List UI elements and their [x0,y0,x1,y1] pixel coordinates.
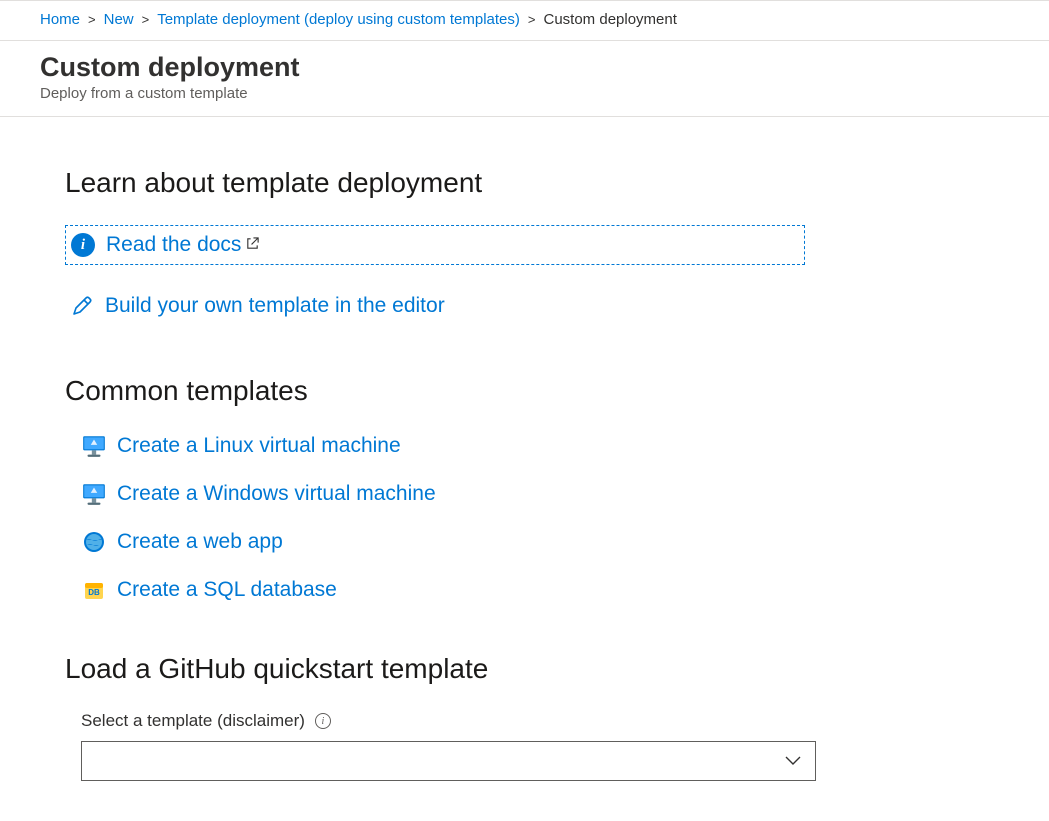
read-docs-link[interactable]: Read the docs [106,233,260,257]
page-subtitle: Deploy from a custom template [40,85,1029,102]
template-sql-database[interactable]: DB Create a SQL database [81,577,984,603]
learn-heading: Learn about template deployment [65,167,984,199]
breadcrumb-current: Custom deployment [544,11,677,28]
breadcrumb-home[interactable]: Home [40,11,80,28]
breadcrumb-template-deployment[interactable]: Template deployment (deploy using custom… [157,11,520,28]
template-select[interactable] [81,741,816,781]
template-linux-vm[interactable]: Create a Linux virtual machine [81,433,984,459]
select-template-label-row: Select a template (disclaimer) i [81,711,984,731]
vm-icon [81,433,107,459]
github-heading: Load a GitHub quickstart template [65,653,984,685]
globe-icon [81,529,107,555]
template-sql-database-link[interactable]: Create a SQL database [117,578,337,602]
select-template-label: Select a template (disclaimer) [81,711,305,731]
svg-text:DB: DB [88,588,100,597]
chevron-down-icon [785,753,801,769]
template-windows-vm[interactable]: Create a Windows virtual machine [81,481,984,507]
database-icon: DB [81,577,107,603]
breadcrumb: Home > New > Template deployment (deploy… [0,1,1049,41]
template-linux-vm-link[interactable]: Create a Linux virtual machine [117,434,401,458]
template-web-app[interactable]: Create a web app [81,529,984,555]
github-quickstart-section: Load a GitHub quickstart template Select… [65,653,984,781]
read-docs-row[interactable]: i Read the docs [65,225,805,265]
pencil-icon [69,293,95,319]
breadcrumb-separator: > [142,12,150,27]
info-icon: i [70,232,96,258]
info-tooltip-icon[interactable]: i [315,713,331,729]
template-windows-vm-link[interactable]: Create a Windows virtual machine [117,482,436,506]
vm-icon [81,481,107,507]
build-template-row[interactable]: Build your own template in the editor [65,287,984,325]
external-link-icon [245,233,260,257]
main-content: Learn about template deployment i Read t… [0,117,1049,821]
breadcrumb-separator: > [88,12,96,27]
breadcrumb-new[interactable]: New [104,11,134,28]
common-templates-list: Create a Linux virtual machine Create a … [65,433,984,603]
common-templates-heading: Common templates [65,375,984,407]
build-template-link[interactable]: Build your own template in the editor [105,294,445,318]
template-web-app-link[interactable]: Create a web app [117,530,283,554]
page-title: Custom deployment [40,51,1029,83]
template-select-wrap [81,741,816,781]
page-header: Custom deployment Deploy from a custom t… [0,41,1049,117]
breadcrumb-separator: > [528,12,536,27]
